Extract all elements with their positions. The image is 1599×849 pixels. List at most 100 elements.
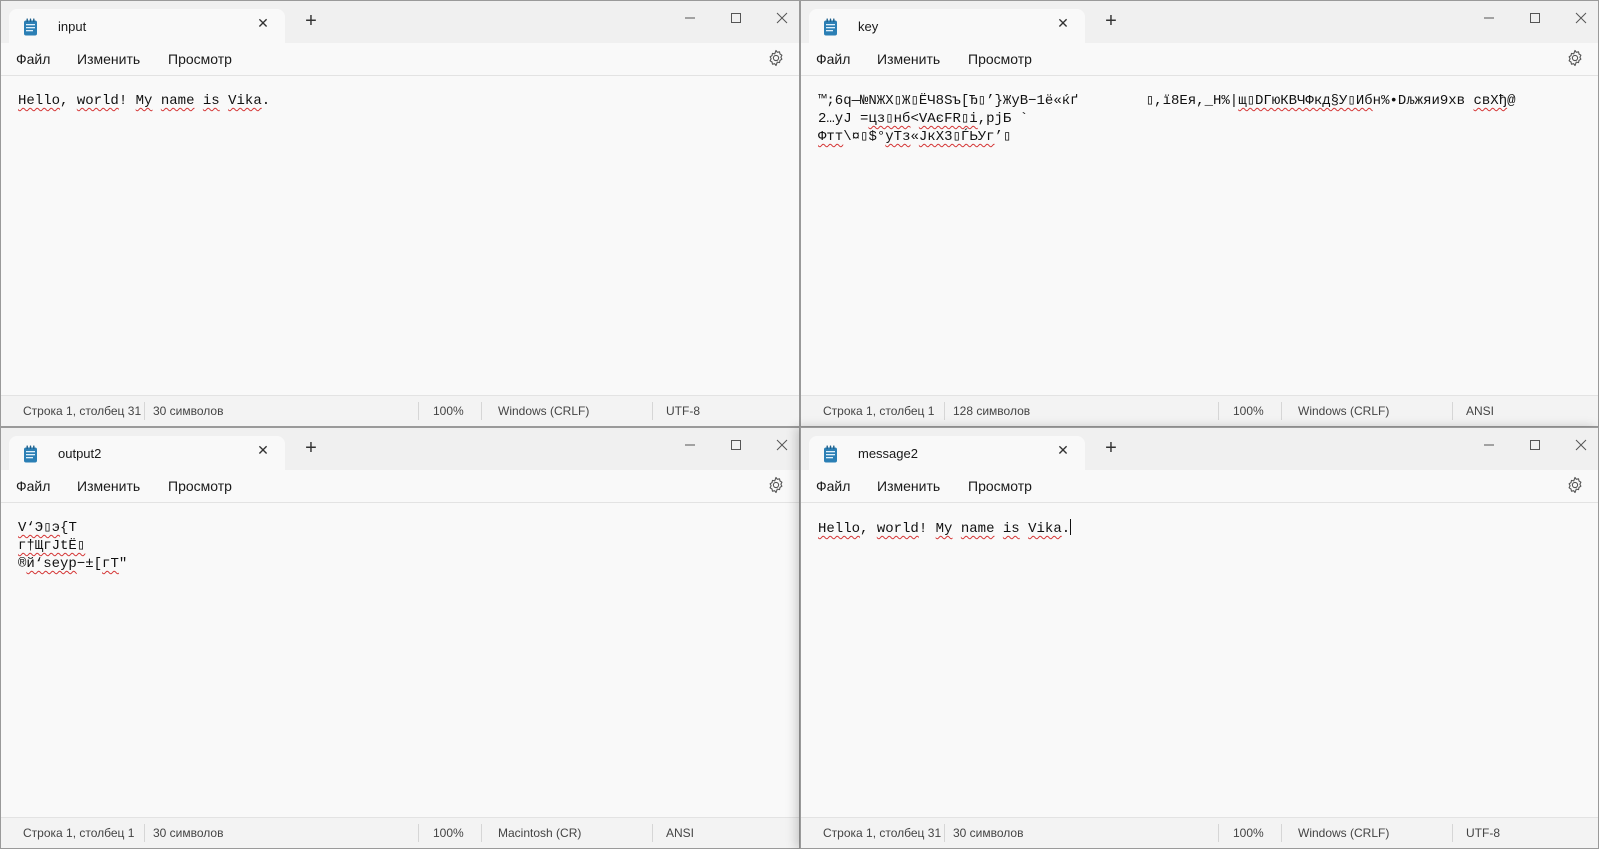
notepad-window-message2: message2 ✕ + Файл Изменить Просмотр Hell… bbox=[800, 427, 1599, 849]
menu-view[interactable]: Просмотр bbox=[168, 478, 232, 494]
misspelled-text: Hello bbox=[818, 521, 861, 537]
menu-bar: Файл Изменить Просмотр bbox=[801, 43, 1598, 76]
document-tab[interactable]: output2 ✕ bbox=[9, 436, 285, 470]
minimize-icon[interactable] bbox=[1476, 434, 1502, 456]
status-divider bbox=[481, 824, 482, 842]
menu-view[interactable]: Просмотр bbox=[968, 51, 1032, 67]
status-line-ending[interactable]: Windows (CRLF) bbox=[1298, 826, 1389, 840]
close-icon[interactable]: ✕ bbox=[253, 442, 273, 459]
menu-view[interactable]: Просмотр bbox=[968, 478, 1032, 494]
document-tab[interactable]: input ✕ bbox=[9, 9, 285, 43]
menu-view[interactable]: Просмотр bbox=[168, 51, 232, 67]
maximize-icon[interactable] bbox=[723, 434, 749, 456]
status-divider bbox=[144, 402, 145, 420]
maximize-icon[interactable] bbox=[1522, 434, 1548, 456]
plus-icon[interactable]: + bbox=[1101, 11, 1121, 31]
title-bar: output2 ✕ + bbox=[1, 428, 799, 470]
status-zoom[interactable]: 100% bbox=[1233, 826, 1264, 840]
text-line: Hello, world! My name is Vika. bbox=[818, 519, 1072, 538]
close-icon[interactable]: ✕ bbox=[1053, 442, 1073, 459]
text-line: V‘Э▯э{Т bbox=[18, 519, 77, 537]
text-segment bbox=[220, 93, 228, 109]
text-line: Hello, world! My name is Vika. bbox=[18, 92, 270, 110]
text-caret bbox=[1070, 519, 1072, 535]
text-line: 2…уЈ =цз▯нб<VAєFR▯i,рјБ ` bbox=[818, 110, 1028, 128]
misspelled-text: свХђ bbox=[1473, 93, 1508, 109]
menu-edit[interactable]: Изменить bbox=[77, 478, 140, 494]
text-segment: ,рјБ ` bbox=[977, 111, 1029, 127]
maximize-icon[interactable] bbox=[723, 7, 749, 29]
menu-edit[interactable]: Изменить bbox=[877, 51, 940, 67]
text-line: Фтт\¤▯$°уТз«JкХ3▯ЃЬУг’▯ bbox=[818, 128, 1011, 146]
gear-icon[interactable] bbox=[767, 476, 785, 499]
status-zoom[interactable]: 100% bbox=[433, 404, 464, 418]
status-bar: Строка 1, столбец 1 128 символов 100% Wi… bbox=[801, 395, 1598, 426]
minimize-icon[interactable] bbox=[677, 434, 703, 456]
plus-icon[interactable]: + bbox=[301, 438, 321, 458]
status-encoding[interactable]: ANSI bbox=[666, 826, 694, 840]
status-divider bbox=[1218, 824, 1219, 842]
notepad-window-output2: output2 ✕ + Файл Изменить Просмотр V‘Э▯э… bbox=[0, 427, 800, 849]
status-zoom[interactable]: 100% bbox=[433, 826, 464, 840]
text-editor[interactable]: Hello, world! My name is Vika. bbox=[801, 503, 1598, 818]
status-divider bbox=[652, 824, 653, 842]
status-cursor-position: Строка 1, столбец 31 bbox=[23, 404, 142, 418]
text-segment: ’▯ bbox=[994, 129, 1012, 145]
status-divider bbox=[1218, 402, 1219, 420]
tab-title: message2 bbox=[858, 446, 918, 461]
text-segment: @ bbox=[1507, 93, 1516, 109]
text-line: г†ЩгЈtЁ▯ bbox=[18, 537, 85, 555]
menu-bar: Файл Изменить Просмотр bbox=[1, 470, 799, 503]
window-close-icon[interactable] bbox=[769, 7, 795, 29]
text-segment: ! bbox=[918, 521, 936, 537]
document-tab[interactable]: key ✕ bbox=[809, 9, 1085, 43]
status-divider bbox=[652, 402, 653, 420]
close-icon[interactable]: ✕ bbox=[1053, 15, 1073, 32]
document-tab[interactable]: message2 ✕ bbox=[809, 436, 1085, 470]
status-encoding[interactable]: UTF-8 bbox=[666, 404, 700, 418]
status-cursor-position: Строка 1, столбец 31 bbox=[823, 826, 942, 840]
text-segment bbox=[152, 93, 160, 109]
plus-icon[interactable]: + bbox=[301, 11, 321, 31]
misspelled-text: JкХ3▯ЃЬУг bbox=[918, 129, 995, 145]
text-editor[interactable]: ™;6q—№NЖХ▯Ж▯ЁЧ8Sъ[Ђ▯’}ЖуВ−1ё«ќґ ▯,ї8Ея,_… bbox=[801, 76, 1598, 396]
text-segment bbox=[952, 521, 960, 537]
gear-icon[interactable] bbox=[1566, 476, 1584, 499]
text-segment bbox=[194, 93, 202, 109]
minimize-icon[interactable] bbox=[1476, 7, 1502, 29]
close-icon[interactable]: ✕ bbox=[253, 15, 273, 32]
text-editor[interactable]: Hello, world! My name is Vika. bbox=[1, 76, 799, 396]
window-close-icon[interactable] bbox=[769, 434, 795, 456]
maximize-icon[interactable] bbox=[1522, 7, 1548, 29]
minimize-icon[interactable] bbox=[677, 7, 703, 29]
status-divider bbox=[944, 824, 945, 842]
text-line: ®й‘seур−±[гТ" bbox=[18, 555, 127, 573]
status-line-ending[interactable]: Windows (CRLF) bbox=[1298, 404, 1389, 418]
status-encoding[interactable]: UTF-8 bbox=[1466, 826, 1500, 840]
menu-file[interactable]: Файл bbox=[816, 51, 850, 67]
status-line-ending[interactable]: Macintosh (CR) bbox=[498, 826, 581, 840]
title-bar: input ✕ + bbox=[1, 1, 799, 43]
status-divider bbox=[418, 402, 419, 420]
gear-icon[interactable] bbox=[1566, 49, 1584, 72]
text-segment: −±[ bbox=[76, 556, 103, 572]
text-segment bbox=[994, 521, 1002, 537]
menu-file[interactable]: Файл bbox=[16, 478, 50, 494]
misspelled-text: world bbox=[876, 521, 919, 537]
menu-file[interactable]: Файл bbox=[16, 51, 50, 67]
status-line-ending[interactable]: Windows (CRLF) bbox=[498, 404, 589, 418]
status-char-count: 128 символов bbox=[953, 404, 1031, 418]
text-segment: . bbox=[261, 93, 271, 109]
notepad-window-input: input ✕ + Файл Изменить Просмотр Hello, … bbox=[0, 0, 800, 427]
menu-edit[interactable]: Изменить bbox=[77, 51, 140, 67]
window-close-icon[interactable] bbox=[1568, 434, 1594, 456]
status-zoom[interactable]: 100% bbox=[1233, 404, 1264, 418]
text-segment: \¤▯$° bbox=[843, 129, 886, 145]
text-editor[interactable]: V‘Э▯э{Т г†ЩгЈtЁ▯ ®й‘seур−±[гТ" bbox=[1, 503, 799, 818]
menu-edit[interactable]: Изменить bbox=[877, 478, 940, 494]
plus-icon[interactable]: + bbox=[1101, 438, 1121, 458]
gear-icon[interactable] bbox=[767, 49, 785, 72]
window-close-icon[interactable] bbox=[1568, 7, 1594, 29]
menu-file[interactable]: Файл bbox=[816, 478, 850, 494]
status-encoding[interactable]: ANSI bbox=[1466, 404, 1494, 418]
